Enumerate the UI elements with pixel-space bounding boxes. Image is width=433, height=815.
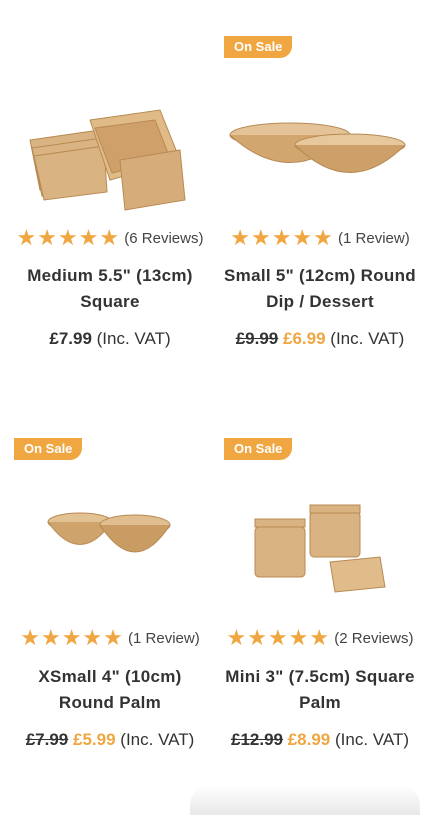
sale-price: £5.99 (73, 730, 116, 749)
original-price: £9.99 (235, 329, 279, 348)
vat-note: (Inc. VAT) (120, 730, 195, 749)
on-sale-badge: On Sale (14, 438, 83, 460)
sale-price: £6.99 (283, 329, 326, 348)
rating: ★★★★★ (1 Review) (220, 225, 420, 251)
product-image[interactable] (10, 70, 210, 220)
product-card[interactable]: On Sale ★★★★★ (1 Review) XSmall 4" (10cm… (10, 432, 210, 777)
product-card[interactable]: On Sale ★★★★★ (2 Reviews) Mini 3" (7.5cm… (220, 432, 420, 777)
product-image[interactable] (220, 467, 420, 617)
star-rating-icon: ★★★★★ (226, 625, 331, 650)
vat-note: (Inc. VAT) (330, 329, 405, 348)
price: £7.99 £5.99 (Inc. VAT) (10, 728, 210, 752)
on-sale-badge: On Sale (224, 36, 293, 58)
original-price: £12.99 (230, 730, 283, 749)
price: £12.99 £8.99 (Inc. VAT) (220, 728, 420, 752)
product-image[interactable] (220, 70, 420, 220)
original-price: £7.99 (25, 730, 69, 749)
product-image[interactable] (10, 467, 210, 617)
product-title[interactable]: Mini 3" (7.5cm) Square Palm (220, 664, 420, 720)
vat-note: (Inc. VAT) (335, 730, 409, 749)
product-title[interactable]: XSmall 4" (10cm) Round Palm (10, 664, 210, 720)
rating: ★★★★★ (2 Reviews) (220, 625, 420, 651)
product-title[interactable]: Small 5" (12cm) Round Dip / Dessert (220, 263, 420, 320)
current-price: £7.99 (49, 329, 92, 348)
product-title[interactable]: Medium 5.5" (13cm) Square (10, 263, 210, 327)
review-count[interactable]: (1 Review) (128, 630, 200, 647)
product-card[interactable]: ★★★★★ (6 Reviews) Medium 5.5" (13cm) Squ… (10, 30, 210, 370)
vat-note: (Inc. VAT) (96, 329, 171, 348)
price: £7.99 (Inc. VAT) (10, 327, 210, 351)
star-rating-icon: ★★★★★ (16, 225, 121, 250)
star-rating-icon: ★★★★★ (230, 225, 334, 250)
review-count[interactable]: (6 Reviews) (124, 230, 203, 247)
rating: ★★★★★ (6 Reviews) (10, 225, 210, 251)
product-card[interactable]: On Sale ★★★★★ (1 Review) Small 5" (12cm)… (220, 30, 420, 375)
review-count[interactable]: (2 Reviews) (334, 630, 413, 647)
sale-price: £8.99 (287, 730, 331, 749)
on-sale-badge: On Sale (224, 438, 293, 460)
rating: ★★★★★ (1 Review) (10, 625, 210, 651)
star-rating-icon: ★★★★★ (20, 625, 124, 650)
price: £9.99 £6.99 (Inc. VAT) (220, 327, 420, 351)
review-count[interactable]: (1 Review) (338, 230, 410, 247)
